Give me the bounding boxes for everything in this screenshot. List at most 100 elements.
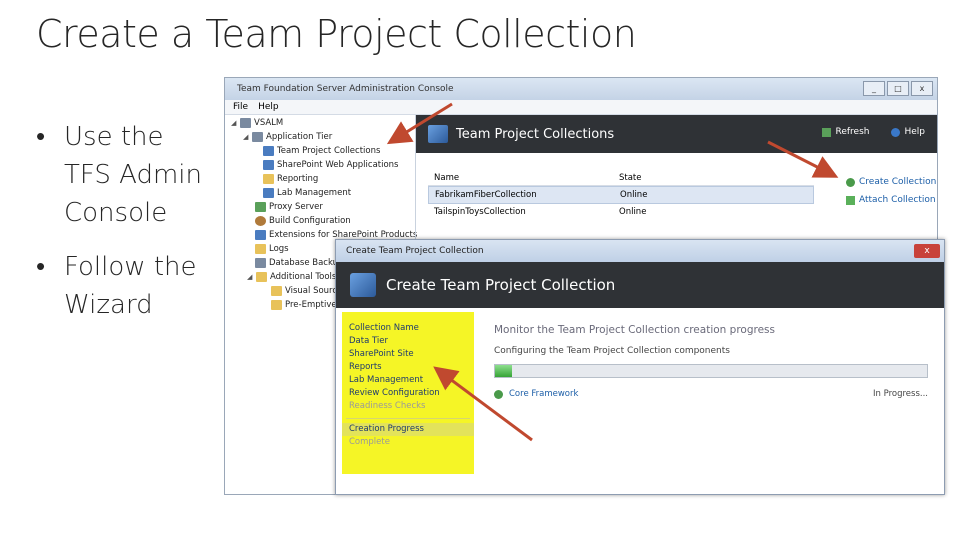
tree-node-vsalm[interactable]: ◢ VSALM (231, 118, 283, 128)
step-creation-progress: Creation Progress (342, 423, 474, 436)
tree-node-additional-tools[interactable]: ◢ Additional Tools (247, 272, 336, 282)
step-readiness-checks: Readiness Checks (349, 401, 426, 411)
plus-icon (846, 195, 855, 205)
lab-icon (263, 188, 274, 198)
database-icon (255, 258, 266, 268)
progress-heading: Monitor the Team Project Collection crea… (494, 324, 775, 336)
tools-icon (256, 272, 267, 282)
tree-node-application-tier[interactable]: ◢ Application Tier (243, 132, 332, 142)
collection-name: FabrikamFiberCollection (435, 190, 537, 200)
console-titlebar: Team Foundation Server Administration Co… (225, 78, 937, 100)
help-label: Help (904, 127, 925, 137)
tree-node-sharepoint[interactable]: SharePoint Web Applications (263, 160, 399, 170)
play-icon (846, 177, 855, 187)
console-window-title: Team Foundation Server Administration Co… (237, 84, 454, 94)
progress-panel: Monitor the Team Project Collection crea… (494, 324, 928, 399)
tree-label: Team Project Collections (277, 146, 381, 156)
actions-panel: Create Collection Attach Collection (846, 177, 936, 213)
server-icon (240, 118, 251, 128)
maximize-button[interactable]: □ (887, 81, 909, 96)
progress-status: Configuring the Team Project Collection … (494, 346, 730, 356)
tree-label: Logs (269, 244, 289, 254)
column-state[interactable]: State (619, 173, 739, 183)
collection-name: TailspinToysCollection (434, 207, 526, 217)
tree-label: Additional Tools (270, 272, 337, 282)
tree-label: Build Configuration (269, 216, 351, 226)
bullet-dot: • (36, 252, 46, 282)
steps-divider (346, 418, 470, 419)
step-data-tier[interactable]: Data Tier (342, 335, 474, 348)
tree-label: Lab Management (277, 188, 352, 198)
step-collection-name[interactable]: Collection Name (342, 322, 474, 335)
close-button[interactable]: x (911, 81, 933, 96)
bullet-text: Follow the Wizard (64, 252, 197, 320)
task-status: In Progress... (873, 389, 928, 399)
dialog-close-button[interactable]: x (914, 244, 940, 258)
collections-table: Name State FabrikamFiberCollection Onlin… (428, 171, 814, 220)
server-icon (252, 132, 263, 142)
window-controls: _ □ x (863, 81, 933, 96)
collapse-icon[interactable]: ◢ (243, 133, 252, 141)
table-header: Name State (428, 171, 814, 186)
tree-label: SharePoint Web Applications (277, 160, 399, 170)
help-link[interactable]: Help (891, 127, 925, 137)
table-row[interactable]: TailspinToysCollection Online (428, 204, 814, 220)
step-complete: Complete (349, 437, 390, 447)
task-status-icon (494, 389, 503, 399)
tree-node-lab-management[interactable]: Lab Management (263, 188, 351, 198)
bullet-item: • Follow the Wizard (36, 248, 216, 324)
collapse-icon[interactable]: ◢ (247, 273, 256, 281)
tree-node-database-backups[interactable]: Database Backups (255, 258, 348, 268)
task-label: Core Framework (509, 389, 579, 399)
create-collection-link[interactable]: Create Collection (846, 177, 936, 187)
menu-help[interactable]: Help (258, 100, 279, 114)
header-links: Refresh Help (822, 127, 925, 137)
bullet-text: Use the TFS Admin Console (64, 122, 203, 228)
tree-node-reporting[interactable]: Reporting (263, 174, 318, 184)
tree-node-pre-emptive[interactable]: Pre-Emptive A (271, 300, 345, 310)
create-collection-label: Create Collection (859, 177, 937, 187)
refresh-label: Refresh (835, 127, 870, 137)
tree-label: Visual Source (285, 286, 343, 296)
attach-collection-label: Attach Collection (859, 195, 936, 205)
collection-icon (263, 146, 274, 156)
step-reports[interactable]: Reports (342, 361, 474, 374)
proxy-icon (255, 202, 266, 212)
tree-node-team-project-collections[interactable]: Team Project Collections (263, 146, 380, 156)
bullet-dot: • (36, 122, 46, 152)
tree-label: Proxy Server (269, 202, 323, 212)
tree-node-build[interactable]: Build Configuration (255, 216, 351, 226)
menu-bar: File Help (225, 100, 937, 115)
tool-icon (271, 286, 282, 296)
bullet-list: • Use the TFS Admin Console • Follow the W… (36, 118, 216, 340)
sharepoint-icon (263, 160, 274, 170)
extension-icon (255, 230, 266, 240)
tree-node-logs[interactable]: Logs (255, 244, 289, 254)
step-lab-management[interactable]: Lab Management (342, 374, 474, 387)
log-icon (255, 244, 266, 254)
step-review-configuration[interactable]: Review Configuration (342, 387, 474, 400)
task-name: Core Framework (494, 389, 578, 399)
refresh-link[interactable]: Refresh (822, 127, 869, 137)
pane-header: Team Project Collections Refresh Help (416, 115, 937, 153)
collapse-icon[interactable]: ◢ (231, 119, 240, 127)
step-sharepoint-site[interactable]: SharePoint Site (342, 348, 474, 361)
attach-collection-link[interactable]: Attach Collection (846, 195, 936, 205)
tree-node-visual-source[interactable]: Visual Source (271, 286, 342, 296)
tree-node-proxy[interactable]: Proxy Server (255, 202, 323, 212)
slide-title: Create a Team Project Collection (36, 12, 637, 56)
create-collection-dialog: Create Team Project Collection x Create … (335, 239, 945, 495)
report-icon (263, 174, 274, 184)
refresh-icon (822, 127, 832, 137)
tree-label: Reporting (277, 174, 319, 184)
tree-label: Application Tier (266, 132, 333, 142)
column-name[interactable]: Name (428, 173, 619, 183)
minimize-button[interactable]: _ (863, 81, 885, 96)
task-row: Core Framework In Progress... (494, 389, 928, 399)
dialog-titlebar: Create Team Project Collection x (336, 240, 944, 262)
wizard-steps: Collection Name Data Tier SharePoint Sit… (342, 312, 474, 474)
table-row[interactable]: FabrikamFiberCollection Online (428, 186, 814, 204)
menu-file[interactable]: File (233, 100, 248, 114)
dialog-heading: Create Team Project Collection (386, 276, 616, 294)
collections-icon (428, 125, 448, 143)
